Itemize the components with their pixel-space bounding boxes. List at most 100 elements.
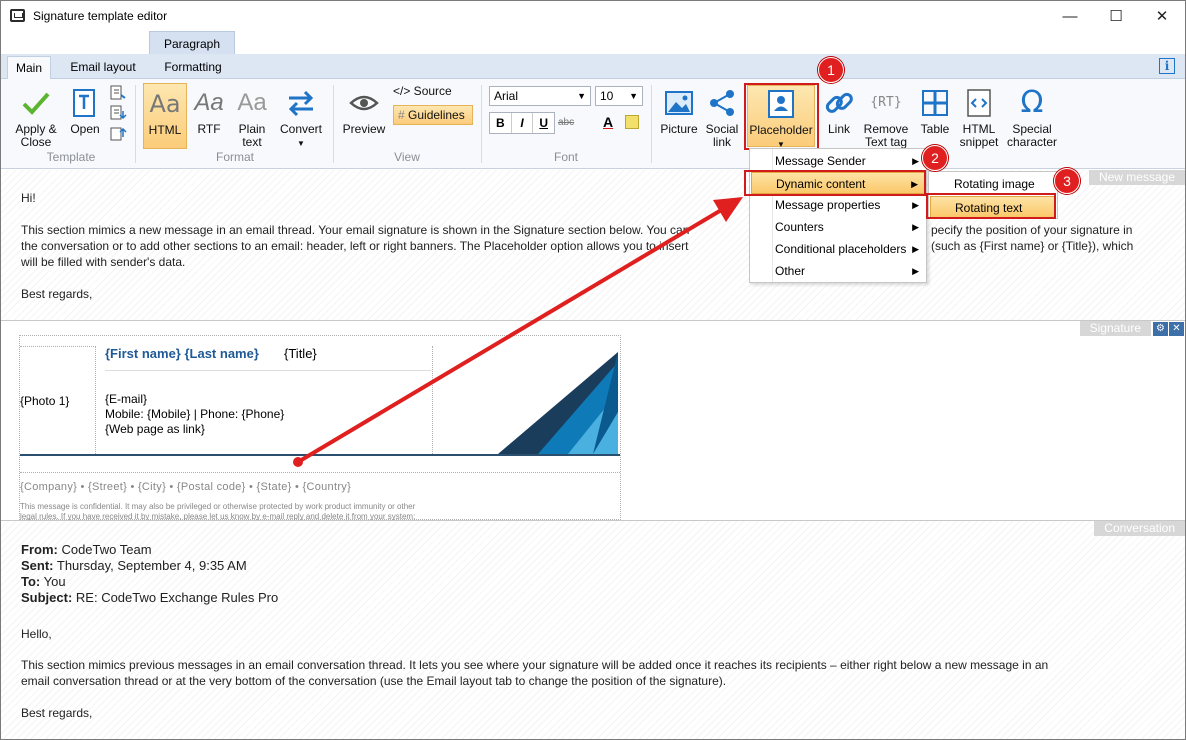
open-document-icon xyxy=(73,89,95,117)
photo-cell: {Photo 1} xyxy=(20,346,96,454)
picture-label: Picture xyxy=(660,122,698,136)
apply-close-button[interactable]: Apply & Close xyxy=(9,87,63,149)
ribbon-separator xyxy=(135,85,136,163)
signature-card: {Photo 1} {First name} {Last name} {Titl… xyxy=(19,335,621,520)
omega-icon: Ω xyxy=(1020,85,1044,120)
remove-text-tag-label-1: Remove xyxy=(863,122,909,136)
new-message-body-right-1: pecify the position of your signature in xyxy=(931,223,1133,237)
placeholder-menu: Message Sender ▶ Dynamic content ▶ Message… xyxy=(749,148,927,283)
social-link-label-2: link xyxy=(712,135,731,149)
menu-item-other[interactable]: Other ▶ xyxy=(751,260,925,282)
open-button[interactable]: Open xyxy=(67,87,103,136)
signature-email[interactable]: {E-mail} xyxy=(105,392,147,406)
bold-button[interactable]: B xyxy=(490,113,512,133)
rt-tag-icon: {RT} xyxy=(870,95,902,110)
new-message-closing: Best regards, xyxy=(21,287,93,301)
signature-web-page[interactable]: {Web page as link} xyxy=(105,422,205,436)
table-button[interactable]: Table xyxy=(915,87,955,136)
checkmark-icon xyxy=(22,92,50,115)
menu-item-label: Message properties xyxy=(775,198,881,212)
social-link-button[interactable]: Social link xyxy=(703,87,741,149)
signature-close-icon[interactable]: ✕ xyxy=(1169,322,1184,336)
submenu-item-rotating-image[interactable]: Rotating image xyxy=(930,173,1056,195)
font-style-group: B I U xyxy=(489,112,555,134)
signature-banner-graphic xyxy=(498,352,618,454)
tab-email-layout[interactable]: Email layout xyxy=(59,56,147,79)
signature-name[interactable]: {First name} {Last name} xyxy=(105,346,259,361)
font-color-button[interactable]: A xyxy=(603,114,613,130)
guidelines-label: Guidelines xyxy=(408,108,465,122)
chevron-down-icon: ▼ xyxy=(629,91,638,101)
picture-icon xyxy=(665,91,693,115)
maximize-button[interactable]: ☐ xyxy=(1093,1,1139,31)
menu-item-label: Other xyxy=(775,264,806,278)
conversation-greeting: Hello, xyxy=(21,627,52,641)
highlight-color-icon[interactable] xyxy=(625,115,639,129)
italic-button[interactable]: I xyxy=(512,113,534,133)
menu-item-label: Message Sender xyxy=(775,154,866,168)
font-name-select[interactable]: Arial ▼ xyxy=(489,86,591,106)
guidelines-toggle[interactable]: # Guidelines xyxy=(393,105,473,125)
address-divider xyxy=(20,472,620,473)
html-snippet-icon xyxy=(967,89,991,117)
remove-text-tag-button[interactable]: {RT} Remove Text tag xyxy=(861,87,911,149)
tab-formatting[interactable]: Formatting xyxy=(151,56,235,79)
submenu-arrow-icon: ▶ xyxy=(912,244,919,254)
eye-icon xyxy=(349,95,379,111)
grid-icon: # xyxy=(398,108,405,122)
new-message-body-right-2: (such as {First name} or {Title}), which xyxy=(931,239,1134,253)
remove-text-tag-label-2: Text tag xyxy=(864,135,908,149)
signature-address[interactable]: {Company} • {Street} • {City} • {Postal … xyxy=(20,481,351,493)
menu-item-conditional-placeholders[interactable]: Conditional placeholders ▶ xyxy=(751,238,925,260)
context-tab-paragraph[interactable]: Paragraph xyxy=(149,31,235,55)
rtf-format-button[interactable]: Aa RTF xyxy=(191,87,227,136)
signature-disclaimer-1: This message is confidential. It may als… xyxy=(20,502,416,511)
chevron-down-icon: ▼ xyxy=(577,91,586,101)
underline-button[interactable]: U xyxy=(533,113,554,133)
context-tab-bar: Paragraph xyxy=(1,31,1185,55)
banner-cell-divider xyxy=(432,346,433,454)
conversation-from: From: CodeTwo Team xyxy=(21,542,152,558)
tab-main[interactable]: Main xyxy=(7,56,51,80)
photo-placeholder[interactable]: {Photo 1} xyxy=(20,394,69,408)
menu-item-label: Counters xyxy=(775,220,824,234)
menu-item-counters[interactable]: Counters ▶ xyxy=(751,216,925,238)
sent-value: Thursday, September 4, 9:35 AM xyxy=(53,558,247,573)
menu-item-message-properties[interactable]: Message properties ▶ xyxy=(751,194,925,216)
html-snippet-label-1: HTML xyxy=(962,122,996,136)
conversation-sent: Sent: Thursday, September 4, 9:35 AM xyxy=(21,558,247,574)
from-label: From: xyxy=(21,542,58,557)
special-character-button[interactable]: Ω Special character xyxy=(1005,87,1059,149)
group-label-font: Font xyxy=(553,150,578,164)
signature-phone-line[interactable]: Mobile: {Mobile} | Phone: {Phone} xyxy=(105,407,284,421)
signature-disclaimer-2: legal rules. If you have received it by … xyxy=(20,512,416,520)
menu-item-message-sender[interactable]: Message Sender ▶ xyxy=(751,150,925,172)
picture-button[interactable]: Picture xyxy=(657,87,701,136)
minimize-button[interactable]: — xyxy=(1047,1,1093,31)
html-format-button[interactable]: Aa HTML xyxy=(143,83,187,149)
signature-settings-gear-icon[interactable]: ⚙ xyxy=(1153,322,1168,336)
template-import-icon[interactable] xyxy=(109,85,127,101)
conversation-pane: Conversation From: CodeTwo Team Sent: Th… xyxy=(1,521,1185,739)
app-envelope-icon xyxy=(10,9,25,22)
html-snippet-button[interactable]: HTML snippet xyxy=(957,87,1001,149)
preview-button[interactable]: Preview xyxy=(341,87,387,136)
signature-title[interactable]: {Title} xyxy=(284,346,317,361)
ribbon-separator xyxy=(651,85,652,163)
template-export-icon[interactable] xyxy=(109,125,127,141)
info-icon[interactable]: i xyxy=(1159,58,1175,74)
close-button[interactable]: ✕ xyxy=(1139,1,1185,31)
template-save-icon[interactable] xyxy=(109,105,127,121)
social-link-label-1: Social xyxy=(705,122,739,136)
font-name-value: Arial xyxy=(494,89,519,103)
conversation-closing: Best regards, xyxy=(21,706,93,720)
open-label: Open xyxy=(70,122,100,136)
group-label-view: View xyxy=(394,150,420,164)
convert-button[interactable]: Convert ▼ xyxy=(277,87,325,150)
source-button[interactable]: </> Source xyxy=(393,85,453,98)
link-button[interactable]: Link xyxy=(821,87,857,136)
strikethrough-button[interactable]: abc xyxy=(558,117,574,128)
plain-text-format-button[interactable]: Aa Plain text xyxy=(233,87,271,149)
font-size-select[interactable]: 10 ▼ xyxy=(595,86,643,106)
submenu-arrow-icon: ▶ xyxy=(912,156,919,166)
